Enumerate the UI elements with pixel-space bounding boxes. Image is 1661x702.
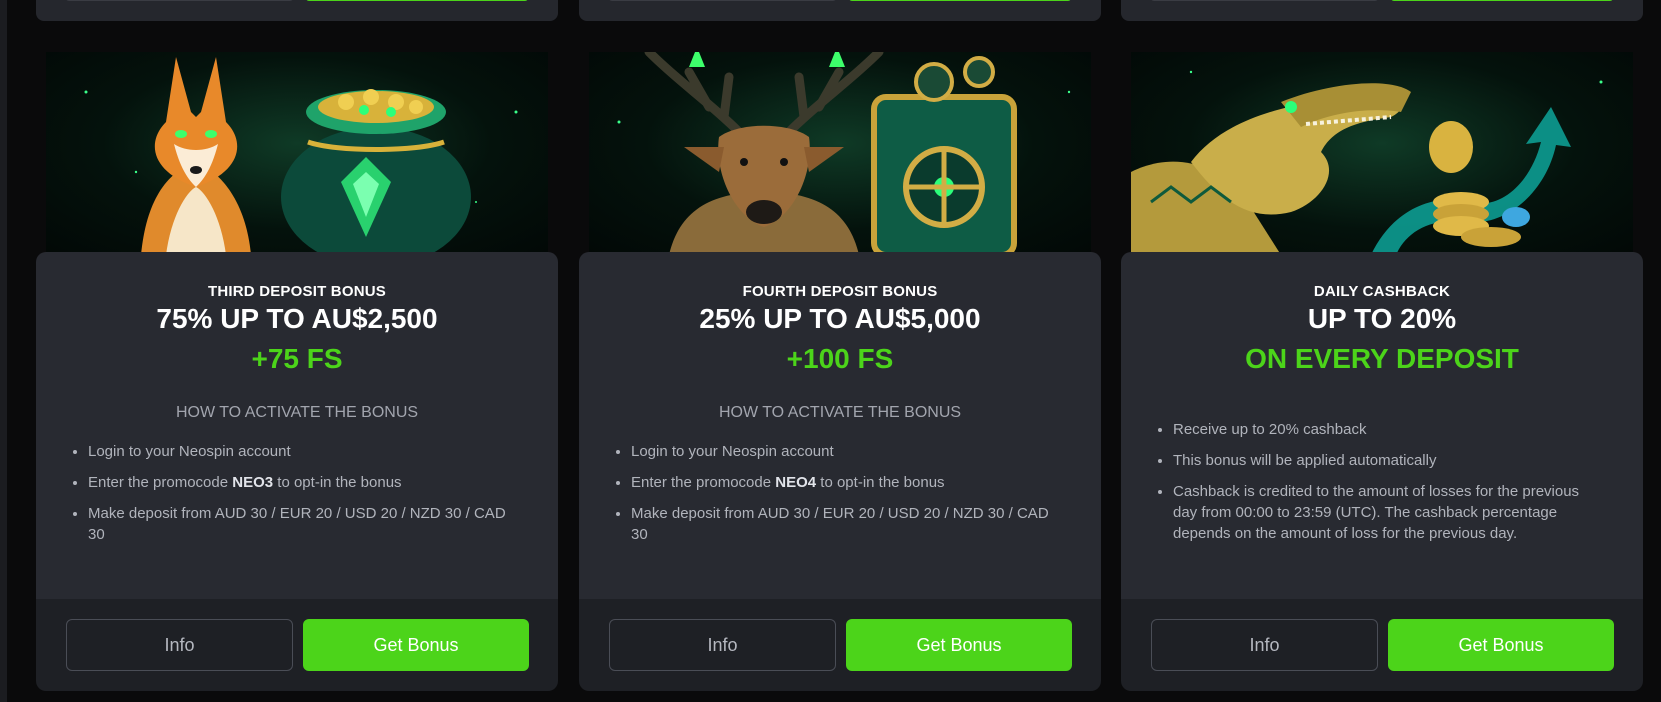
deer-illustration: [589, 52, 1091, 255]
bonus-card-body: FOURTH DEPOSIT BONUS 25% UP TO AU$5,000 …: [579, 252, 1101, 599]
previous-info-button[interactable]: [609, 0, 836, 1]
step-item: Cashback is credited to the amount of lo…: [1173, 481, 1595, 544]
bonus-free-spins: +100 FS: [786, 343, 894, 374]
step-item: Make deposit from AUD 30 / EUR 20 / USD …: [631, 503, 1053, 545]
bonus-card-actions: Info Get Bonus: [1121, 599, 1643, 691]
bonus-card-actions: Info Get Bonus: [579, 599, 1101, 691]
promo-code: NEO4: [775, 474, 817, 491]
cashback-tagline: ON EVERY DEPOSIT: [1245, 343, 1519, 374]
step-item: Login to your Neospin account: [88, 441, 510, 462]
bonus-card-body: THIRD DEPOSIT BONUS 75% UP TO AU$2,500 +…: [36, 252, 558, 599]
previous-get-bonus-button[interactable]: [849, 0, 1071, 1]
how-to-activate-heading: HOW TO ACTIVATE THE BONUS: [718, 404, 962, 421]
bonus-card-body: DAILY CASHBACK UP TO 20% ON EVERY DEPOSI…: [1121, 252, 1643, 599]
bonus-card-actions: Info Get Bonus: [36, 599, 558, 691]
bonus-free-spins: +75 FS: [251, 343, 343, 374]
info-button[interactable]: Info: [1151, 619, 1378, 671]
previous-card-bottom-3: [1121, 0, 1643, 21]
step-item: This bonus will be applied automatically: [1173, 450, 1595, 471]
previous-info-button[interactable]: [1151, 0, 1378, 1]
bonus-headline: 25% UP TO AU$5,000: [699, 303, 981, 334]
crocodile-illustration: [1131, 52, 1633, 255]
bonus-card-third-deposit: THIRD DEPOSIT BONUS 75% UP TO AU$2,500 +…: [36, 52, 558, 691]
bonus-subtitle: FOURTH DEPOSIT BONUS: [742, 283, 938, 300]
bonus-headline: UP TO 20%: [1307, 303, 1457, 334]
step-item: Make deposit from AUD 30 / EUR 20 / USD …: [88, 503, 510, 545]
fox-illustration: [46, 52, 548, 255]
bonus-subtitle: DAILY CASHBACK: [1313, 283, 1451, 300]
previous-get-bonus-button[interactable]: [1391, 0, 1613, 1]
previous-info-button[interactable]: [66, 0, 293, 1]
step-item: Login to your Neospin account: [631, 441, 1053, 462]
activation-steps-list: Login to your Neospin account Enter the …: [66, 441, 510, 555]
cashback-conditions-list: Receive up to 20% cashback This bonus wi…: [1151, 419, 1595, 554]
step-item: Enter the promocode NEO3 to opt-in the b…: [88, 472, 510, 493]
how-to-activate-heading: HOW TO ACTIVATE THE BONUS: [175, 404, 419, 421]
previous-card-bottom-1: [36, 0, 558, 21]
step-item: Enter the promocode NEO4 to opt-in the b…: [631, 472, 1053, 493]
previous-card-bottom-2: [579, 0, 1101, 21]
info-button[interactable]: Info: [609, 619, 836, 671]
previous-get-bonus-button[interactable]: [306, 0, 528, 1]
promo-code: NEO3: [232, 474, 274, 491]
activation-steps-list: Login to your Neospin account Enter the …: [609, 441, 1053, 555]
bonus-card-daily-cashback: DAILY CASHBACK UP TO 20% ON EVERY DEPOSI…: [1121, 52, 1643, 691]
get-bonus-button[interactable]: Get Bonus: [303, 619, 529, 671]
bonus-headline: 75% UP TO AU$2,500: [156, 303, 438, 334]
bonus-subtitle: THIRD DEPOSIT BONUS: [208, 283, 386, 300]
left-rail: [0, 0, 7, 702]
step-item: Receive up to 20% cashback: [1173, 419, 1595, 440]
bonus-card-fourth-deposit: FOURTH DEPOSIT BONUS 25% UP TO AU$5,000 …: [579, 52, 1101, 691]
get-bonus-button[interactable]: Get Bonus: [1388, 619, 1614, 671]
info-button[interactable]: Info: [66, 619, 293, 671]
get-bonus-button[interactable]: Get Bonus: [846, 619, 1072, 671]
